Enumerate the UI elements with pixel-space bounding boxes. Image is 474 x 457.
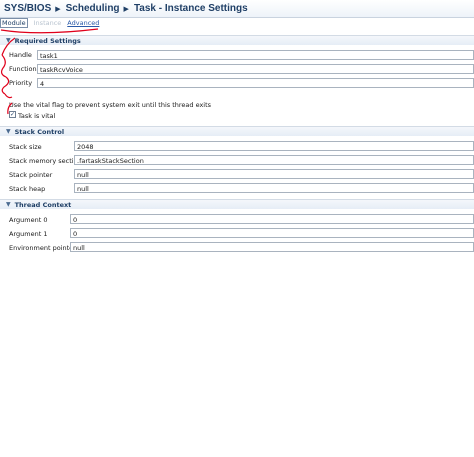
collapse-triangle-icon[interactable]: ▼: [6, 201, 11, 208]
tab-instance: Instance: [33, 18, 62, 27]
stack-size-field[interactable]: 2048: [74, 141, 474, 151]
breadcrumb-sysbios[interactable]: SYS/BIOS: [4, 3, 51, 14]
handle-field[interactable]: task1: [37, 50, 474, 60]
view-tabs: Module Instance Advanced: [0, 17, 105, 28]
priority-field[interactable]: 4: [37, 78, 474, 88]
chevron-right-icon: ▶: [123, 4, 129, 13]
stack-heap-field[interactable]: null: [74, 183, 474, 193]
stack-section-label: Stack memory section: [9, 157, 82, 165]
arg0-label: Argument 0: [9, 216, 48, 224]
priority-label: Priority: [9, 79, 33, 87]
stack-control-header[interactable]: ▼ Stack Control: [0, 126, 474, 136]
breadcrumb: SYS/BIOS ▶ Scheduling ▶ Task - Instance …: [0, 0, 474, 18]
chevron-right-icon: ▶: [55, 4, 61, 13]
handle-label: Handle: [9, 51, 32, 59]
required-settings-header[interactable]: ▼ Required Settings: [0, 35, 474, 45]
vital-checkbox[interactable]: ✓: [9, 111, 16, 118]
tab-module[interactable]: Module: [0, 17, 28, 28]
collapse-triangle-icon[interactable]: ▼: [6, 128, 11, 135]
section-title: Stack Control: [14, 127, 65, 136]
stack-pointer-field[interactable]: null: [74, 169, 474, 179]
thread-context-header[interactable]: ▼ Thread Context: [0, 199, 474, 209]
env-pointer-label: Environment pointer: [9, 244, 76, 252]
vital-checkbox-label[interactable]: Task is vital: [18, 112, 55, 120]
function-field[interactable]: taskRcvVoice: [37, 64, 474, 74]
stack-pointer-label: Stack pointer: [9, 171, 53, 179]
stack-size-label: Stack size: [9, 143, 42, 151]
vital-note: Use the vital flag to prevent system exi…: [9, 101, 212, 109]
arg1-field[interactable]: 0: [70, 228, 474, 238]
env-pointer-field[interactable]: null: [70, 242, 474, 252]
section-title: Thread Context: [14, 200, 72, 209]
stack-section-field[interactable]: .fartaskStackSection: [74, 155, 474, 165]
stack-heap-label: Stack heap: [9, 185, 46, 193]
breadcrumb-scheduling[interactable]: Scheduling: [66, 3, 120, 14]
arg0-field[interactable]: 0: [70, 214, 474, 224]
collapse-triangle-icon[interactable]: ▼: [6, 37, 11, 44]
function-label: Function: [9, 65, 37, 73]
section-title: Required Settings: [14, 36, 81, 45]
page-title: Task - Instance Settings: [133, 3, 248, 14]
arg1-label: Argument 1: [9, 230, 48, 238]
tab-advanced[interactable]: Advanced: [67, 19, 99, 27]
